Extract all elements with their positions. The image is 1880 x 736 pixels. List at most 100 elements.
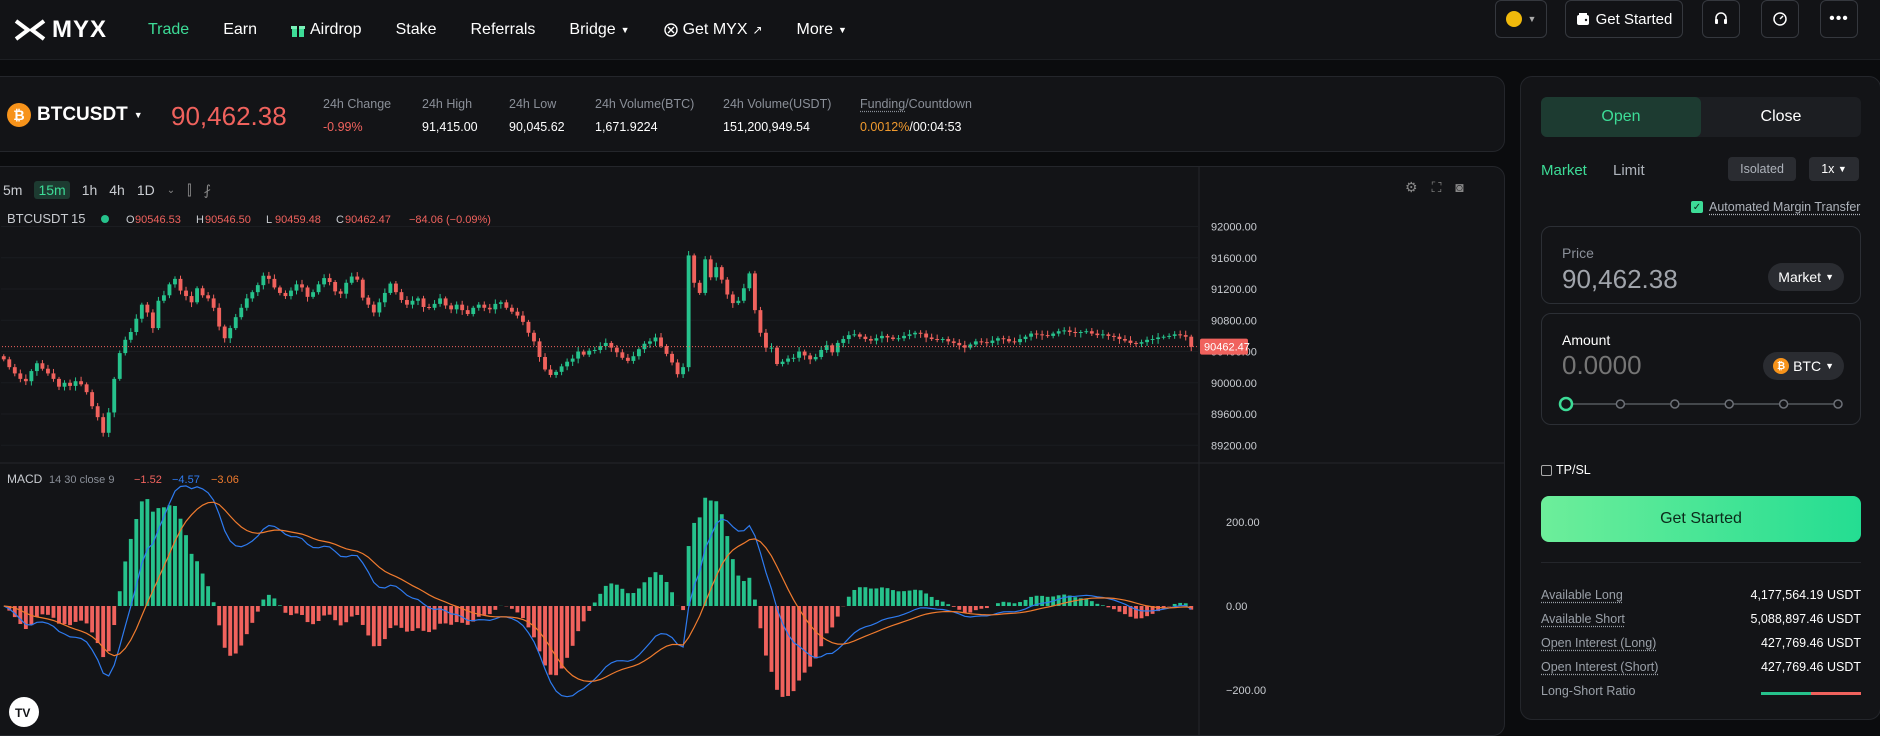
- candle-body: [1151, 339, 1155, 340]
- candle-body: [775, 348, 779, 364]
- macd-histogram-bar: [333, 606, 337, 620]
- macd-histogram-bar: [996, 603, 1000, 606]
- macd-histogram-bar: [753, 600, 757, 606]
- macd-histogram-bar: [576, 606, 580, 631]
- macd-histogram-bar: [1123, 606, 1127, 614]
- info-long-short-ratio: Long-Short Ratio: [1541, 684, 1861, 698]
- coin-selector-button[interactable]: ▼: [1495, 0, 1547, 38]
- candle-body: [510, 308, 514, 312]
- order-type-limit[interactable]: Limit: [1613, 162, 1645, 179]
- macd-params: 14 30 close 9: [49, 474, 114, 486]
- macd-histogram-bar: [924, 593, 928, 606]
- nav-airdrop[interactable]: Airdrop: [291, 21, 362, 39]
- candle-body: [990, 341, 994, 343]
- candle-body: [615, 348, 619, 353]
- macd-histogram-bar: [770, 606, 774, 672]
- candle-body: [620, 352, 624, 357]
- stat-funding-countdown[interactable]: Funding/Countdown 0.0012%/00:04:53: [860, 97, 972, 134]
- pair-selector[interactable]: ₿ BTCUSDT ▼: [7, 103, 143, 127]
- macd-histogram-bar: [549, 606, 553, 675]
- candle-body: [107, 412, 111, 432]
- tab-open[interactable]: Open: [1541, 97, 1701, 137]
- candle-body: [1007, 339, 1011, 341]
- main-nav: Trade Earn Airdrop Stake Referrals Bridg…: [148, 0, 881, 60]
- slider-handle[interactable]: [1560, 398, 1572, 410]
- candle-body: [1051, 334, 1055, 336]
- top-navigation-bar: MYX Trade Earn Airdrop Stake Referrals B…: [0, 0, 1880, 60]
- gauge-button[interactable]: [1761, 0, 1799, 38]
- candle-body: [665, 346, 669, 354]
- nav-trade[interactable]: Trade: [148, 21, 189, 39]
- price-mode-dropdown[interactable]: Market▼: [1768, 263, 1844, 291]
- macd-histogram-bar: [985, 606, 989, 608]
- macd-histogram-bar: [339, 606, 343, 625]
- candle-body: [1189, 337, 1193, 347]
- macd-histogram-bar: [968, 606, 972, 613]
- macd-histogram-bar: [593, 603, 597, 606]
- macd-histogram-bar: [383, 606, 387, 639]
- candle-body: [328, 278, 332, 282]
- candle-body: [587, 351, 591, 355]
- macd-histogram-bar: [129, 539, 133, 606]
- macd-histogram-bar: [941, 602, 945, 606]
- checkbox-unchecked-icon[interactable]: [1541, 465, 1552, 476]
- support-button[interactable]: [1702, 0, 1740, 38]
- nav-stake[interactable]: Stake: [396, 21, 437, 39]
- price-tick-label: 89600.00: [1211, 409, 1257, 421]
- slider-step-dot[interactable]: [1725, 400, 1733, 408]
- slider-step-dot[interactable]: [1834, 400, 1842, 408]
- price-chart[interactable]: 92000.0091600.0091200.0090800.0090400.00…: [0, 167, 1505, 736]
- myx-logo-icon: [14, 19, 46, 41]
- candle-body: [1018, 339, 1022, 342]
- leverage-button[interactable]: 1x ▼: [1809, 157, 1859, 181]
- slider-step-dot[interactable]: [1616, 400, 1624, 408]
- candle-body: [952, 341, 956, 343]
- header-get-started-button[interactable]: Get Started: [1565, 0, 1683, 38]
- chevron-down-icon: ▼: [838, 25, 847, 35]
- nav-get-myx[interactable]: Get MYX ↗: [664, 21, 763, 39]
- candle-body: [836, 343, 840, 352]
- market-open-dot: [101, 215, 109, 223]
- stat-value: 1,671.9224: [595, 120, 694, 134]
- checkbox-checked-icon[interactable]: ✓: [1691, 201, 1703, 213]
- candle-body: [223, 327, 227, 339]
- nav-earn[interactable]: Earn: [223, 21, 257, 39]
- order-type-market[interactable]: Market: [1541, 162, 1587, 179]
- auto-margin-transfer[interactable]: ✓ Automated Margin Transfer: [1691, 200, 1860, 214]
- myx-logo[interactable]: MYX: [14, 16, 107, 44]
- macd-histogram-bar: [654, 572, 658, 606]
- slider-step-dot[interactable]: [1671, 400, 1679, 408]
- candle-body: [703, 259, 707, 293]
- candle-body: [764, 333, 768, 348]
- macd-tick-label: 0.00: [1226, 601, 1247, 613]
- more-menu-button[interactable]: •••: [1820, 0, 1858, 38]
- macd-tick-label: −200.00: [1226, 685, 1266, 697]
- nav-referrals[interactable]: Referrals: [471, 21, 536, 39]
- candle-body: [394, 284, 398, 293]
- amount-input[interactable]: [1562, 350, 1742, 381]
- tpsl-toggle[interactable]: TP/SL: [1541, 463, 1591, 477]
- candle-body: [1129, 341, 1133, 343]
- macd-histogram-bar: [493, 606, 497, 610]
- amount-slider[interactable]: [1556, 394, 1846, 414]
- amount-unit-dropdown[interactable]: ₿ BTC▼: [1763, 352, 1844, 380]
- nav-trade-label: Trade: [148, 21, 189, 39]
- slider-step-dot[interactable]: [1780, 400, 1788, 408]
- submit-get-started-button[interactable]: Get Started: [1541, 496, 1861, 542]
- candle-body: [1013, 341, 1017, 342]
- macd-histogram-bar: [698, 517, 702, 606]
- macd-histogram-bar: [1002, 602, 1006, 606]
- candle-body: [1112, 336, 1116, 337]
- tab-close[interactable]: Close: [1701, 97, 1861, 137]
- nav-bridge[interactable]: Bridge▼: [569, 21, 629, 39]
- macd-histogram-bar: [681, 606, 685, 610]
- candle-body: [803, 352, 807, 356]
- nav-more[interactable]: More▼: [797, 21, 847, 39]
- macd-histogram-bar: [195, 561, 199, 606]
- margin-mode-button[interactable]: Isolated: [1728, 157, 1796, 181]
- macd-histogram-bar: [256, 606, 260, 612]
- macd-histogram-bar: [946, 604, 950, 606]
- macd-histogram-bar: [521, 606, 525, 618]
- macd-histogram-bar: [444, 606, 448, 623]
- macd-histogram-bar: [687, 546, 691, 606]
